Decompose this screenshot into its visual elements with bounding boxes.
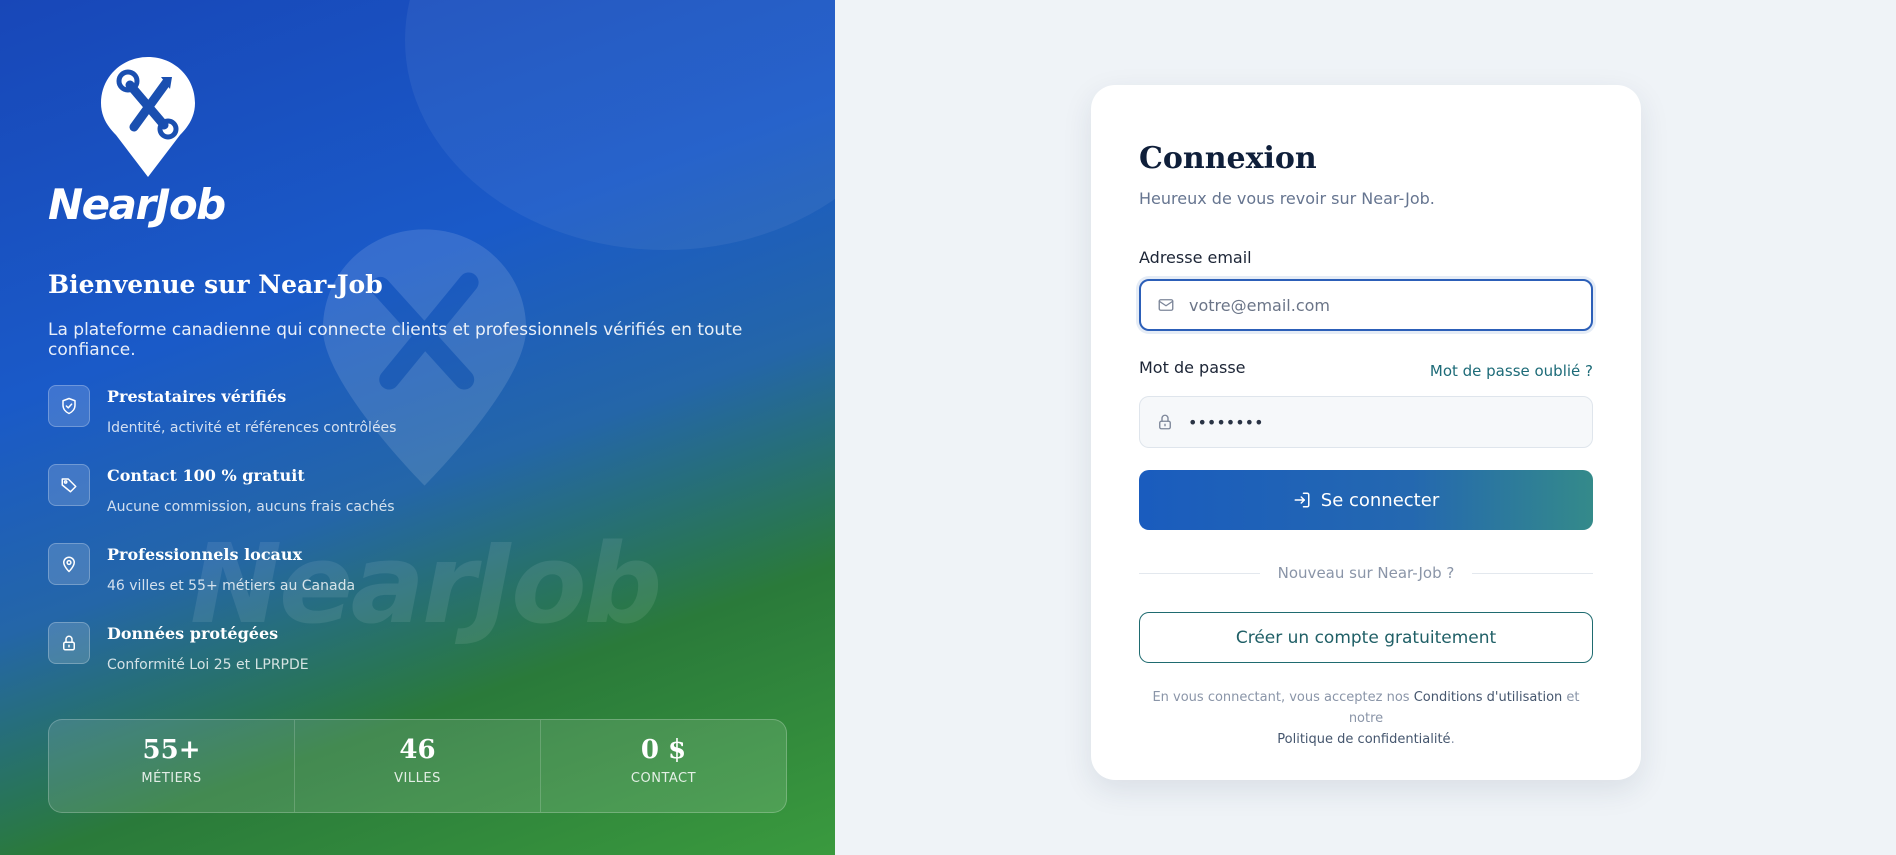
feature-desc: Conformité Loi 25 et LPRPDE [107,657,309,673]
password-field[interactable] [1139,396,1593,448]
tag-icon [48,464,90,506]
login-button-label: Se connecter [1320,489,1440,511]
password-input[interactable] [1188,412,1568,432]
stat-label: VILLES [394,771,441,786]
login-card: Connexion Heureux de vous revoir sur Nea… [1091,85,1641,780]
login-title: Connexion [1139,141,1317,176]
stat-item: 55+ MÉTIERS [49,720,295,812]
hero-tagline: La plateforme canadienne qui connecte cl… [48,320,743,360]
email-field[interactable] [1139,279,1593,331]
logo-pin-icon [101,57,195,177]
brand-name: NearJob [48,180,226,229]
stat-value: 0 $ [640,735,687,765]
feature-title: Données protégées [107,624,279,643]
feature-item: Données protégées Conformité Loi 25 et L… [48,622,808,701]
map-pin-icon [48,543,90,585]
feature-title: Contact 100 % gratuit [107,466,305,485]
feature-title: Professionnels locaux [107,545,303,564]
terms-suffix: . [1450,732,1455,747]
feature-item: Contact 100 % gratuit Aucune commission,… [48,464,808,543]
login-icon [1294,492,1310,508]
email-label: Adresse email [1139,248,1252,267]
stat-label: CONTACT [630,771,697,786]
mail-icon [1158,299,1174,311]
email-input[interactable] [1189,295,1569,315]
divider-line [1139,572,1260,574]
brand-logo[interactable]: NearJob [48,55,248,230]
create-account-button[interactable]: Créer un compte gratuitement [1139,612,1593,663]
divider: Nouveau sur Near-Job ? [1139,563,1593,583]
lock-icon [48,622,90,664]
stat-value: 55+ [142,735,201,765]
hero-title: Bienvenue sur Near-Job [48,270,383,299]
create-account-label: Créer un compte gratuitement [1235,627,1497,648]
feature-desc: Aucune commission, aucuns frais cachés [107,499,395,515]
terms-text: En vous connectant, vous acceptez nos Co… [1139,687,1593,750]
feature-item: Professionnels locaux 46 villes et 55+ m… [48,543,808,622]
lock-icon [1159,414,1171,430]
terms-prefix: En vous connectant, vous acceptez nos [1152,690,1410,705]
password-label: Mot de passe [1139,358,1246,377]
feature-item: Prestataires vérifiés Identité, activité… [48,385,808,464]
stat-item: 46 VILLES [295,720,541,812]
forgot-password-link[interactable]: Mot de passe oublié ? [1430,362,1593,380]
divider-line [1472,572,1593,574]
terms-link[interactable]: Conditions d'utilisation [1414,690,1563,705]
login-button[interactable]: Se connecter [1139,470,1593,530]
stat-value: 46 [399,735,436,765]
feature-list: Prestataires vérifiés Identité, activité… [48,385,808,701]
decorative-circle [405,0,835,250]
privacy-link[interactable]: Politique de confidentialité [1277,732,1450,747]
stat-item: 0 $ CONTACT [541,720,786,812]
shield-check-icon [48,385,90,427]
hero-panel: NearJob NearJob Bienvenue sur Near-Job L… [0,0,835,855]
stat-label: MÉTIERS [141,771,202,786]
feature-desc: Identité, activité et références contrôl… [107,420,397,436]
stats-bar: 55+ MÉTIERS 46 VILLES 0 $ CONTACT [48,719,787,813]
feature-desc: 46 villes et 55+ métiers au Canada [107,578,356,594]
feature-title: Prestataires vérifiés [107,387,287,406]
divider-text: Nouveau sur Near-Job ? [1277,564,1455,582]
login-subtitle: Heureux de vous revoir sur Near-Job. [1139,189,1435,208]
